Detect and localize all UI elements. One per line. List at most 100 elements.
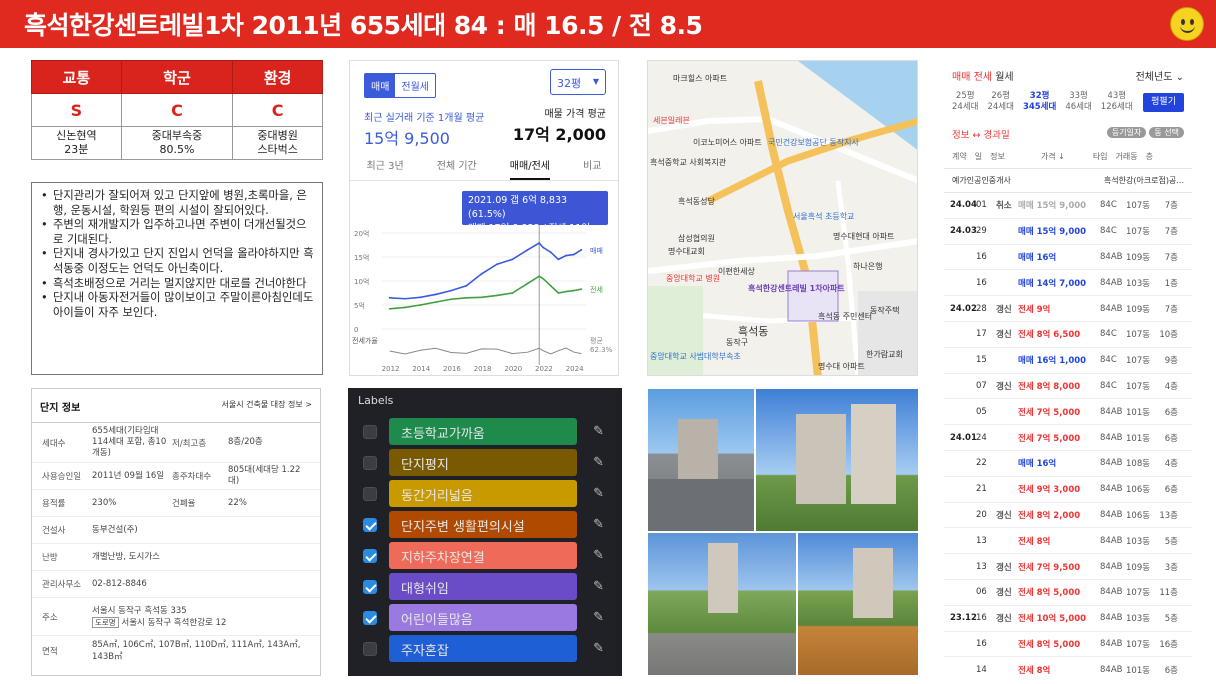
tab-jeonse[interactable]: 전세 <box>974 72 992 83</box>
tab-rent[interactable]: 전월세 <box>395 74 435 97</box>
map-label: 흑석동 주민센터 <box>818 312 873 321</box>
cell-f: 갱신 <box>996 330 1012 341</box>
price-line-chart: 20억 15억 10억 5억 0 2012 2014 2016 2018 2020 2022 2024… <box>352 225 613 373</box>
info-key: 총주차대수 <box>172 472 212 482</box>
tab-compare[interactable]: 비교 <box>583 157 601 172</box>
data-point <box>542 277 544 280</box>
edit-pencil-icon[interactable]: ✎ <box>593 579 604 594</box>
pyeong-select[interactable]: 32평 ▼ <box>550 69 606 95</box>
label-pill[interactable]: 단지주변 생활편의시설 <box>389 511 577 538</box>
table-header: 계약 일 정보 가격 ↓ 타입 거래동 층 <box>944 145 1192 169</box>
tab-all-period[interactable]: 전체 기간 <box>437 157 477 172</box>
table-row[interactable]: 06 갱신 전세 8억 5,000 84AB 107동 11층 <box>944 580 1192 606</box>
table-row[interactable]: 23.12 16 갱신 전세 10억 5,000 84AB 103동 5층 <box>944 606 1192 632</box>
size-option[interactable]: 33평 46세대 <box>1065 91 1091 113</box>
label-pill[interactable]: 대형쉬임 <box>389 573 577 600</box>
cell-dong: 103동 <box>1126 536 1151 547</box>
table-row[interactable]: 13 전세 8억 84AB 103동 5층 <box>944 528 1192 555</box>
location-map[interactable]: 마크힐스 아파트 세븐일레븐 이코노미어스 아파트 흑석중학교 사회복지관 국민… <box>647 60 918 376</box>
label-pill[interactable]: 초등학교가까움 <box>389 418 577 445</box>
map-label: 서울흑석 초등학교 <box>793 212 855 221</box>
photo-crosswalk[interactable] <box>797 532 919 676</box>
label-pill[interactable]: 단지평지 <box>389 449 577 476</box>
edit-pencil-icon[interactable]: ✎ <box>593 486 604 501</box>
table-row[interactable]: 16 전세 8억 5,000 84AB 107동 16층 <box>944 632 1192 658</box>
label-checkbox[interactable] <box>363 642 377 656</box>
edit-pencil-icon[interactable]: ✎ <box>593 517 604 532</box>
photo-street-1[interactable] <box>647 388 755 532</box>
cell-t: 84C <box>1100 200 1117 211</box>
label-checkbox[interactable] <box>363 425 377 439</box>
label-checkbox[interactable] <box>363 456 377 470</box>
label-pill[interactable]: 지하주차장연결 <box>389 542 577 569</box>
expand-size-button[interactable]: 평펼기 <box>1143 92 1184 112</box>
chip-registry-date[interactable]: 등기일자 <box>1106 127 1147 138</box>
table-row[interactable]: 07 갱신 전세 8억 8,000 84C 107동 4층 <box>944 374 1192 400</box>
size-option[interactable]: 25평 24세대 <box>952 91 978 113</box>
cell-p: 매매 16억 1,000 <box>1018 356 1087 367</box>
photo-street-2[interactable] <box>647 532 797 676</box>
table-row[interactable]: 24.03 29 매매 15억 9,000 84C 107동 7층 <box>944 219 1192 245</box>
info-toggle[interactable]: 정보 ↔ 경과일 <box>952 127 1010 141</box>
table-row[interactable]: 17 갱신 전세 8억 6,500 84C 107동 10층 <box>944 322 1192 348</box>
cell-fl: 16층 <box>1159 639 1178 650</box>
cell-dong: 103동 <box>1126 614 1151 625</box>
cell-d: 16 <box>976 251 987 262</box>
edit-pencil-icon[interactable]: ✎ <box>593 548 604 563</box>
cell-p: 매매 15억 9,000 <box>1018 201 1087 212</box>
agent-2[interactable]: 흑석한강(아크로점)공... <box>1104 175 1184 186</box>
label-pill[interactable]: 주자혼잡 <box>389 635 577 662</box>
data-point <box>549 284 552 287</box>
size-option[interactable]: 43평 126세대 <box>1101 91 1133 113</box>
label-checkbox[interactable] <box>363 518 377 532</box>
table-row[interactable]: 16 매매 16억 84AB 109동 7층 <box>944 245 1192 271</box>
tab-sale[interactable]: 매매 <box>365 74 396 97</box>
table-row[interactable]: 15 매매 16억 1,000 84C 107동 9층 <box>944 348 1192 374</box>
edit-pencil-icon[interactable]: ✎ <box>593 424 604 439</box>
edit-pencil-icon[interactable]: ✎ <box>593 455 604 470</box>
complex-info-header: 단지 정보 서울시 건축물 대장 정보 > <box>32 389 320 423</box>
table-row[interactable]: 20 갱신 전세 8억 2,000 84AB 106동 13층 <box>944 503 1192 529</box>
table-row[interactable]: 05 전세 7억 5,000 84AB 101동 6층 <box>944 399 1192 426</box>
year-filter[interactable]: 전체년도 ⌄ <box>1136 68 1184 83</box>
label-checkbox[interactable] <box>363 549 377 563</box>
table-row[interactable]: 24.04 01 취소 매매 15억 9,000 84C 107동 7층 <box>944 193 1192 219</box>
info-value: 8층/20층 <box>228 437 263 447</box>
cell-dong: 107동 <box>1126 588 1151 599</box>
edit-pencil-icon[interactable]: ✎ <box>593 610 604 625</box>
map-label: 삼성협의원 <box>678 234 715 243</box>
table-row[interactable]: 13 갱신 전세 7억 9,500 84AB 109동 3층 <box>944 554 1192 580</box>
cell-dong: 101동 <box>1126 407 1151 418</box>
photo-apartments[interactable] <box>755 388 919 532</box>
tab-monthly[interactable]: 월세 <box>995 72 1013 83</box>
x-tick-label: 2022 <box>535 365 553 373</box>
table-row[interactable]: 21 전세 9억 3,000 84AB 106동 6층 <box>944 477 1192 503</box>
col-price[interactable]: 가격 ↓ <box>1041 151 1065 162</box>
table-row[interactable]: 14 전세 8억 84AB 101동 6층 <box>944 657 1192 676</box>
tab-sale-jeonse[interactable]: 매매/전세 <box>509 157 550 180</box>
info-key: 건설사 <box>42 526 66 536</box>
label-item: 어린이들많음 ✎ <box>348 604 622 632</box>
price-chart-panel: 매매 전월세 32평 ▼ 최근 실거래 기준 1개월 평균 15억 9,500 매… <box>349 60 619 376</box>
series-line-sale <box>389 242 582 300</box>
label-pill[interactable]: 동간거리넓음 <box>389 480 577 507</box>
label-checkbox[interactable] <box>363 487 377 501</box>
tab-sale[interactable]: 매매 <box>952 72 970 83</box>
table-row[interactable]: 22 매매 16억 84AB 108동 4층 <box>944 451 1192 477</box>
edit-pencil-icon[interactable]: ✎ <box>593 641 604 656</box>
label-checkbox[interactable] <box>363 580 377 594</box>
size-option[interactable]: 26평 24세대 <box>987 91 1013 113</box>
table-row[interactable]: 24.01 24 전세 7억 5,000 84AB 101동 6층 <box>944 425 1192 451</box>
table-row[interactable]: 16 매매 14억 7,000 84AB 103동 1층 <box>944 270 1192 297</box>
size-option-selected[interactable]: 32평 345세대 <box>1023 91 1056 113</box>
label-item: 주자혼잡 ✎ <box>348 635 622 663</box>
agent-1[interactable]: 예가인공인중개사 <box>952 175 1011 186</box>
tab-recent-3y[interactable]: 최근 3년 <box>367 157 404 172</box>
label-item: 동간거리넓음 ✎ <box>348 480 622 508</box>
building-register-link[interactable]: 서울시 건축물 대장 정보 > <box>222 399 312 414</box>
chip-building-select[interactable]: 동 선택 <box>1149 127 1184 138</box>
cell-fl: 9층 <box>1164 356 1178 367</box>
label-checkbox[interactable] <box>363 611 377 625</box>
label-pill[interactable]: 어린이들많음 <box>389 604 577 631</box>
table-row[interactable]: 24.02 28 갱신 전세 9억 84AB 109동 7층 <box>944 296 1192 322</box>
